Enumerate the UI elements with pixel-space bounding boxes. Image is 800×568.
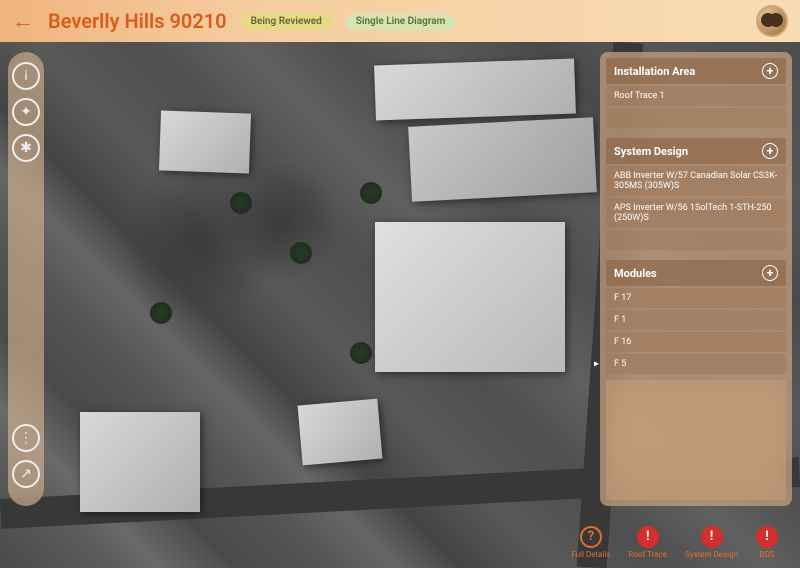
list-item[interactable]: Roof Trace 1	[606, 86, 786, 106]
section-modules-header[interactable]: Modules +	[606, 260, 786, 286]
info-icon[interactable]: i	[12, 62, 40, 90]
list-item[interactable]: F 17	[606, 288, 786, 308]
full-details-button[interactable]: ? Full Details	[571, 526, 610, 559]
list-item[interactable]: APS Inverter W/56 1SolTech 1-STH-250 (25…	[606, 198, 786, 228]
alert-icon: !	[637, 526, 659, 548]
more-icon[interactable]: ⋮	[12, 424, 40, 452]
list-item-empty	[606, 230, 786, 250]
page-title: Beverlly Hills 90210	[48, 9, 227, 33]
add-icon[interactable]: +	[762, 63, 778, 79]
alert-icon: !	[701, 526, 723, 548]
bos-button[interactable]: ! BOS	[756, 526, 778, 559]
section-title: System Design	[614, 145, 688, 158]
button-label: Full Details	[571, 550, 610, 559]
button-label: BOS	[759, 550, 774, 559]
side-panel: Installation Area + Roof Trace 1 System …	[600, 52, 792, 506]
status-badge-diagram[interactable]: Single Line Diagram	[346, 13, 456, 30]
list-item[interactable]: F 16	[606, 332, 786, 352]
avatar[interactable]	[756, 5, 788, 37]
question-icon: ?	[580, 526, 602, 548]
panel-blur-region	[606, 380, 786, 500]
header-bar: ← Beverlly Hills 90210 Being Reviewed Si…	[0, 0, 800, 42]
list-item[interactable]: F 1	[606, 310, 786, 330]
compass-icon[interactable]: ✦	[12, 98, 40, 126]
list-item[interactable]: ABB Inverter W/57 Canadian Solar CS3K-30…	[606, 166, 786, 196]
button-label: System Design	[685, 550, 738, 559]
user-icon[interactable]: ✱	[12, 134, 40, 162]
list-item[interactable]: ▸ F 5	[606, 354, 786, 374]
roof-trace-button[interactable]: ! Roof Trace	[629, 526, 667, 559]
share-icon[interactable]: ↗	[12, 460, 40, 488]
add-icon[interactable]: +	[762, 265, 778, 281]
button-label: Roof Trace	[629, 550, 667, 559]
section-installation-header[interactable]: Installation Area +	[606, 58, 786, 84]
footer-actions: ? Full Details ! Roof Trace ! System Des…	[557, 516, 792, 568]
section-title: Installation Area	[614, 65, 695, 78]
chevron-right-icon: ▸	[594, 359, 599, 370]
list-item-empty	[606, 108, 786, 128]
back-button[interactable]: ←	[12, 8, 34, 34]
side-toolbar: i ✦ ✱ ⋮ ↗	[8, 52, 44, 506]
section-title: Modules	[614, 267, 657, 280]
status-badge-review[interactable]: Being Reviewed	[241, 13, 332, 30]
alert-icon: !	[756, 526, 778, 548]
add-icon[interactable]: +	[762, 143, 778, 159]
system-design-button[interactable]: ! System Design	[685, 526, 738, 559]
section-system-header[interactable]: System Design +	[606, 138, 786, 164]
